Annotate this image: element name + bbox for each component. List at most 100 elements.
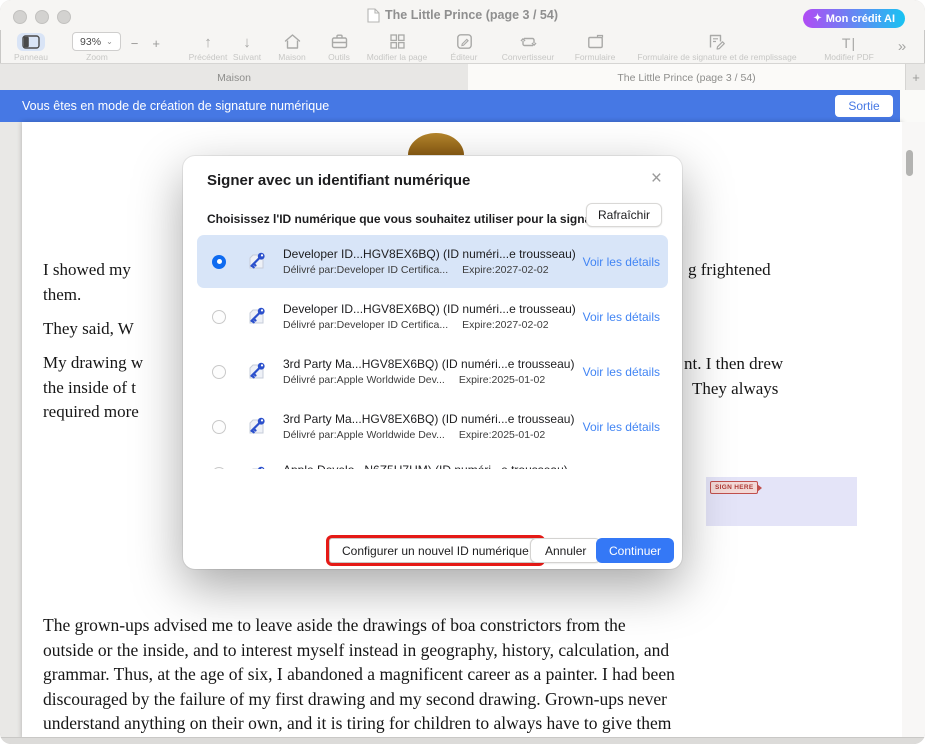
document-icon [367,8,380,23]
tab-bar: Maison The Little Prince (page 3 / 54) + [0,63,925,91]
pdf-paragraph-line: grammar. Thus, at the age of six, I aban… [43,662,675,687]
digital-id-title: Apple Develo...N6Z5H7HM) (ID numéri...e … [283,463,660,469]
arrow-up-icon: ↑ [204,34,212,51]
signature-field[interactable]: SIGN HERE [706,477,857,526]
digital-id-info: 3rd Party Ma...HGV8EX6BQ) (ID numéri...e… [283,357,577,386]
edit-page-label: Modifier la page [362,52,432,62]
zoom-in-button[interactable]: + [148,36,164,51]
pdf-paragraph-line: discouraged by the failure of my first d… [43,687,675,712]
digital-id-row[interactable]: Apple Develo...N6Z5H7HM) (ID numéri...e … [197,455,668,469]
digital-id-row[interactable]: 3rd Party Ma...HGV8EX6BQ) (ID numéri...e… [197,345,668,398]
window-title-text: The Little Prince (page 3 / 54) [385,8,558,22]
digital-id-row[interactable]: Developer ID...HGV8EX6BQ) (ID numéri...e… [197,290,668,343]
sign-fill-button[interactable]: Formulaire de signature et de remplissag… [628,30,806,63]
continue-button[interactable]: Continuer [596,538,674,563]
digital-id-title: Developer ID...HGV8EX6BQ) (ID numéri...e… [283,247,577,261]
zoom-value: 93% [80,36,101,48]
pdf-paragraph-line: The grown-ups advised me to leave aside … [43,613,675,638]
zoom-select[interactable]: 93% ⌄ [72,32,121,51]
previous-page-button[interactable]: ↑ Précédent [186,30,230,63]
pdf-paragraph-line: outside or the inside, and to interest m… [43,638,675,663]
toolbar-overflow-button[interactable]: » [888,30,916,63]
minimize-window-button[interactable] [35,10,49,24]
certificate-key-icon [245,463,270,469]
next-page-button[interactable]: ↓ Suivant [226,30,268,63]
edit-pdf-button[interactable]: T| Modifier PDF [818,30,880,63]
tab-document[interactable]: The Little Prince (page 3 / 54) [468,64,905,91]
certificate-key-icon [245,249,270,274]
view-details-link[interactable]: Voir les détails [583,310,660,324]
cancel-button[interactable]: Annuler [530,538,601,563]
close-icon[interactable]: × [649,167,664,190]
close-window-button[interactable] [13,10,27,24]
digital-id-subtitle: Délivré par:Developer ID Certifica... Exp… [283,264,577,276]
pdf-text-fragment: My drawing w [43,353,143,373]
tab-home-label: Maison [217,72,251,84]
window-title: The Little Prince (page 3 / 54) [0,0,925,30]
editor-label: Éditeur [438,52,490,62]
exit-mode-button[interactable]: Sortie [835,95,893,117]
home-button[interactable]: Maison [270,30,314,63]
signature-mode-banner: Vous êtes en mode de création de signatu… [0,90,900,122]
editor-button[interactable]: Éditeur [438,30,490,63]
ai-credit-button[interactable]: ✦ Mon crédit AI [803,9,905,28]
toolbox-icon [330,32,349,51]
edit-pdf-label: Modifier PDF [818,52,880,62]
dialog-prompt: Choisissez l'ID numérique que vous souha… [207,212,618,226]
zoom-window-button[interactable] [57,10,71,24]
form-button[interactable]: Formulaire [566,30,624,63]
view-details-link[interactable]: Voir les détails [583,365,660,379]
refresh-label: Rafraîchir [598,208,650,222]
expiry-text: Expire:2025-01-02 [459,374,545,386]
digital-id-title: 3rd Party Ma...HGV8EX6BQ) (ID numéri...e… [283,412,577,426]
radio-unselected[interactable] [212,467,226,469]
view-details-link[interactable]: Voir les détails [583,420,660,434]
converter-button[interactable]: Convertisseur [492,30,564,63]
configure-new-id-button[interactable]: Configurer un nouvel ID numérique [329,538,542,563]
zoom-out-button[interactable]: − [127,36,143,51]
radio-unselected[interactable] [212,310,226,324]
pdf-text-fragment: They always [692,379,778,399]
pdf-paragraph: The grown-ups advised me to leave aside … [43,613,675,736]
digital-id-row[interactable]: Developer ID...HGV8EX6BQ) (ID numéri...e… [197,235,668,288]
pdf-text-fragment: I showed my [43,260,131,280]
radio-unselected[interactable] [212,365,226,379]
view-details-link[interactable]: Voir les détails [583,255,660,269]
digital-id-subtitle: Délivré par:Developer ID Certifica...Exp… [283,319,577,331]
next-label: Suivant [226,52,268,62]
radio-selected[interactable] [212,255,226,269]
previous-label: Précédent [186,52,230,62]
certificate-key-icon [245,359,270,384]
scrollbar-thumb[interactable] [906,150,913,176]
tools-button[interactable]: Outils [318,30,360,63]
sign-here-tag: SIGN HERE [710,481,758,494]
expiry-text: Expire:2027-02-02 [462,264,548,276]
home-icon [283,32,302,51]
app-window: The Little Prince (page 3 / 54) ✦ Mon cr… [0,0,925,744]
radio-unselected[interactable] [212,420,226,434]
home-label: Maison [270,52,314,62]
new-tab-button[interactable]: + [905,64,925,91]
converter-label: Convertisseur [492,52,564,62]
traffic-lights [13,10,71,24]
vertical-scrollbar[interactable] [902,122,925,737]
tab-home[interactable]: Maison [0,64,469,91]
expiry-text: Expire:2025-01-02 [459,429,545,441]
refresh-button[interactable]: Rafraîchir [586,203,662,227]
digital-id-info: Developer ID...HGV8EX6BQ) (ID numéri...e… [283,302,577,331]
form-label: Formulaire [566,52,624,62]
signature-form-icon [707,32,727,51]
sign-fill-label: Formulaire de signature et de remplissag… [628,52,806,62]
issuer-text: Délivré par:Developer ID Certifica... [283,264,448,276]
expiry-text: Expire:2027-02-02 [462,319,548,331]
pdf-text-fragment: nt. I then drew [684,354,783,374]
issuer-text: Délivré par:Apple Worldwide Dev... [283,429,445,441]
chevron-down-icon: ⌄ [106,37,113,46]
zoom-label: Zoom [20,52,174,62]
continue-label: Continuer [609,544,661,558]
cancel-label: Annuler [545,544,586,558]
digital-id-row[interactable]: 3rd Party Ma...HGV8EX6BQ) (ID numéri...e… [197,400,668,453]
edit-page-button[interactable]: Modifier la page [362,30,432,63]
digital-id-title: 3rd Party Ma...HGV8EX6BQ) (ID numéri...e… [283,357,577,371]
pdf-paragraph-line: understand anything on their own, and it… [43,711,675,736]
